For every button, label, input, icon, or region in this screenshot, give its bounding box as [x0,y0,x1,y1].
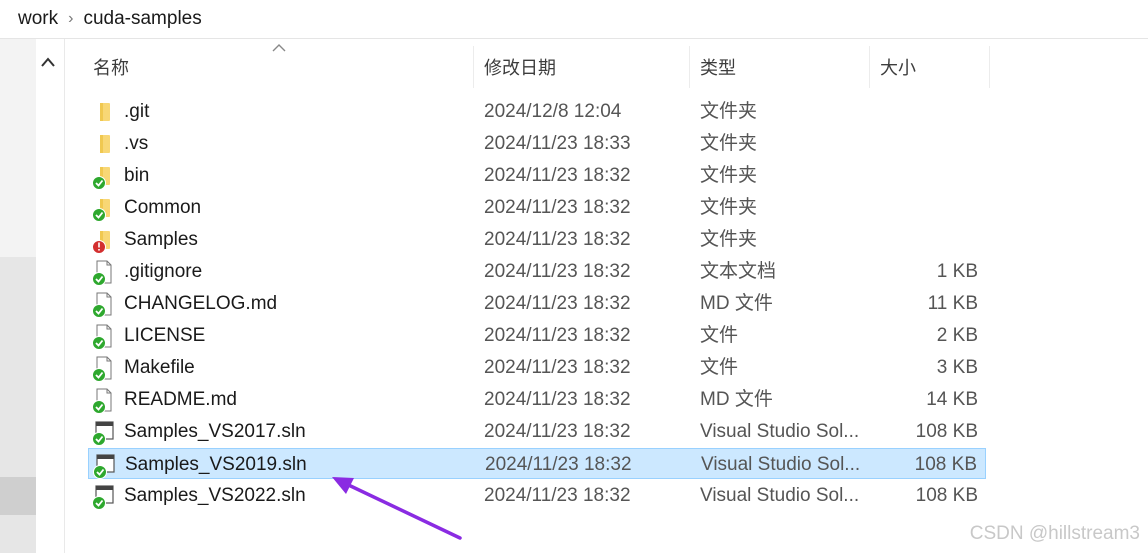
annotation-arrow-icon [332,477,462,540]
file-size: 1 KB [936,261,978,282]
file-type: 文件夹 [700,197,758,218]
file-name: README.md [124,389,237,410]
column-header-size-label: 大小 [880,58,916,78]
file-row[interactable]: Makefile 2024/11/23 18:32 文件 3 KB [88,352,986,383]
breadcrumb: work › cuda-samples [0,0,1148,39]
file-date: 2024/12/8 12:04 [484,101,622,122]
file-row[interactable]: .vs 2024/11/23 18:33 文件夹 [88,128,986,159]
file-type: 文件夹 [700,133,758,154]
file-name: Samples_VS2022.sln [124,485,306,506]
scrollbar-thumb[interactable] [0,477,36,515]
chevron-right-icon[interactable]: › [64,10,77,28]
file-synced-icon [92,320,114,351]
file-name: .git [124,101,150,122]
folder-error-icon [92,224,114,255]
file-row[interactable]: Samples 2024/11/23 18:32 文件夹 [88,224,986,255]
file-date: 2024/11/23 18:32 [484,197,631,218]
file-type: 文件夹 [700,229,758,250]
file-type: 文件夹 [700,165,758,186]
column-header-date-label: 修改日期 [484,58,556,78]
sln-synced-icon [92,416,114,447]
sln-synced-icon [93,449,115,480]
file-row[interactable]: Samples_VS2017.sln 2024/11/23 18:32 Visual… [88,416,986,447]
file-type: Visual Studio Sol... [701,454,861,475]
file-name: Common [124,197,202,218]
file-name: Makefile [124,357,195,378]
column-header-date[interactable]: 修改日期 [474,46,690,88]
file-synced-icon [92,288,114,319]
file-name: LICENSE [124,325,206,346]
column-header-type-label: 类型 [700,58,736,78]
file-name: Samples [124,229,198,250]
file-date: 2024/11/23 18:32 [484,165,631,186]
column-header-type[interactable]: 类型 [690,46,870,88]
file-row[interactable]: Common 2024/11/23 18:32 文件夹 [88,192,986,223]
folder-synced-icon [92,160,114,191]
file-size: 108 KB [914,454,977,475]
file-size: 2 KB [936,325,978,346]
file-date: 2024/11/23 18:32 [484,261,631,282]
file-type: 文件夹 [700,101,758,122]
folder-icon [92,128,114,159]
file-size: 11 KB [927,293,978,314]
file-row[interactable]: .gitignore 2024/11/23 18:32 文本文档 1 KB [88,256,986,287]
file-row[interactable]: bin 2024/11/23 18:32 文件夹 [88,160,986,191]
file-name: .vs [124,133,149,154]
breadcrumb-item-work[interactable]: work [12,8,64,30]
file-row[interactable]: Samples_VS2019.sln 2024/11/23 18:32 Visual… [88,448,986,479]
file-name: .gitignore [124,261,203,282]
file-row[interactable]: Samples_VS2022.sln 2024/11/23 18:32 Visual… [88,480,986,511]
file-type: 文本文档 [700,261,777,282]
file-size: 108 KB [915,485,978,506]
file-size: 3 KB [936,357,978,378]
file-row[interactable]: LICENSE 2024/11/23 18:32 文件 2 KB [88,320,986,351]
file-type: MD 文件 [700,389,773,410]
watermark: CSDN @hillstream3 [969,523,1140,544]
file-synced-icon [92,352,114,383]
file-date: 2024/11/23 18:32 [484,325,631,346]
breadcrumb-item-cuda-samples[interactable]: cuda-samples [77,8,207,30]
file-date: 2024/11/23 18:32 [484,485,631,506]
file-date: 2024/11/23 18:32 [484,421,631,442]
file-type: Visual Studio Sol... [700,421,860,442]
file-synced-icon [92,256,114,287]
file-size: 14 KB [926,389,978,410]
file-name: Samples_VS2017.sln [124,421,306,442]
file-date: 2024/11/23 18:32 [484,293,631,314]
pane-divider [36,39,65,553]
column-header-name[interactable]: 名称 [88,46,474,88]
file-type: Visual Studio Sol... [700,485,860,506]
folder-synced-icon [92,192,114,223]
sln-synced-icon [92,480,114,511]
scroll-up-icon[interactable] [30,48,66,76]
file-row[interactable]: README.md 2024/11/23 18:32 MD 文件 14 KB [88,384,986,415]
file-synced-icon [92,384,114,415]
file-name: bin [124,165,150,186]
file-name: Samples_VS2019.sln [125,454,307,475]
file-row[interactable]: CHANGELOG.md 2024/11/23 18:32 MD 文件 11 KB [88,288,986,319]
file-date: 2024/11/23 18:32 [484,389,631,410]
file-date: 2024/11/23 18:32 [485,454,632,475]
column-header-size[interactable]: 大小 [870,46,990,88]
file-type: 文件 [700,325,739,346]
file-type: MD 文件 [700,293,773,314]
file-type: 文件 [700,357,739,378]
file-date: 2024/11/23 18:33 [484,133,631,154]
file-row[interactable]: .git 2024/12/8 12:04 文件夹 [88,96,986,127]
file-date: 2024/11/23 18:32 [484,357,631,378]
file-name: CHANGELOG.md [124,293,278,314]
file-date: 2024/11/23 18:32 [484,229,631,250]
navigation-pane-scrollbar[interactable] [0,39,36,553]
column-header-name-label: 名称 [93,58,129,78]
folder-icon [92,96,114,127]
file-size: 108 KB [915,421,978,442]
